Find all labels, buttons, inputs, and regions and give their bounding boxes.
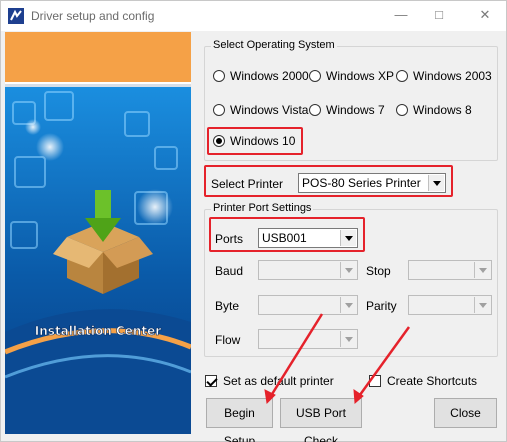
maximize-icon[interactable]: □ [431, 7, 447, 23]
stop-label: Stop [366, 264, 391, 278]
radio-windows-8[interactable]: Windows 8 [396, 102, 472, 118]
chevron-down-icon [340, 331, 356, 347]
close-button[interactable]: Close [434, 398, 497, 428]
radio-windows-10[interactable]: Windows 10 [213, 133, 295, 149]
radio-label: Windows Vista [230, 103, 309, 117]
radio-label: Windows 10 [230, 134, 296, 148]
radio-dot [396, 70, 408, 82]
radio-dot [309, 70, 321, 82]
radio-label: Windows XP [326, 69, 395, 83]
checkbox-box [205, 375, 217, 387]
select-printer-label: Select Printer [211, 177, 284, 191]
default-printer-checkbox[interactable]: Set as default printer [205, 373, 334, 389]
radio-windows-2000[interactable]: Windows 2000 [213, 68, 309, 84]
parity-label: Parity [366, 299, 397, 313]
radio-dot [396, 104, 408, 116]
checkbox-label: Create Shortcuts [387, 374, 478, 388]
radio-dot [213, 70, 225, 82]
chevron-down-icon [474, 297, 490, 313]
driver-setup-window: Driver setup and config — □ ✕ Installati… [0, 0, 507, 442]
stop-select[interactable] [408, 260, 492, 280]
radio-windows-vista[interactable]: Windows Vista [213, 102, 308, 118]
ports-select-value: USB001 [262, 231, 307, 245]
port-group-title: Printer Port Settings [211, 202, 314, 214]
radio-windows-2003[interactable]: Windows 2003 [396, 68, 492, 84]
radio-dot-selected [213, 135, 225, 147]
app-icon [8, 8, 24, 24]
chevron-down-icon[interactable] [340, 230, 356, 246]
byte-select[interactable] [258, 295, 358, 315]
printer-select-value: POS-80 Series Printer [302, 176, 421, 190]
installation-banner: Installation Center [5, 32, 191, 434]
chevron-down-icon[interactable] [428, 175, 444, 191]
byte-label: Byte [215, 299, 240, 313]
chevron-down-icon [340, 297, 356, 313]
flow-label: Flow [215, 333, 241, 347]
baud-label: Baud [215, 264, 244, 278]
usb-port-check-button[interactable]: USB Port Check [280, 398, 362, 442]
radio-label: Windows 7 [326, 103, 385, 117]
radio-windows-xp[interactable]: Windows XP [309, 68, 394, 84]
checkbox-label: Set as default printer [223, 374, 334, 388]
ports-select[interactable]: USB001 [258, 228, 358, 248]
create-shortcuts-checkbox[interactable]: Create Shortcuts [369, 373, 477, 389]
banner-graphic: Installation Center [5, 84, 191, 434]
checkbox-box [369, 375, 381, 387]
chevron-down-icon [340, 262, 356, 278]
minimize-icon[interactable]: — [393, 7, 409, 23]
ports-label: Ports [215, 232, 244, 246]
radio-label: Windows 2003 [413, 69, 492, 83]
close-icon[interactable]: ✕ [477, 7, 493, 23]
begin-setup-button[interactable]: Begin Setup [206, 398, 273, 442]
radio-dot [213, 104, 225, 116]
radio-label: Windows 2000 [230, 69, 309, 83]
flow-select[interactable] [258, 329, 358, 349]
window-title: Driver setup and config [31, 9, 155, 23]
radio-windows-7[interactable]: Windows 7 [309, 102, 385, 118]
chevron-down-icon [474, 262, 490, 278]
radio-label: Windows 8 [413, 103, 472, 117]
radio-dot [309, 104, 321, 116]
title-bar: Driver setup and config — □ ✕ [1, 1, 506, 31]
parity-select[interactable] [408, 295, 492, 315]
banner-caption: Installation Center [35, 324, 161, 338]
baud-select[interactable] [258, 260, 358, 280]
os-group-title: Select Operating System [211, 39, 337, 51]
printer-select[interactable]: POS-80 Series Printer [298, 173, 446, 193]
